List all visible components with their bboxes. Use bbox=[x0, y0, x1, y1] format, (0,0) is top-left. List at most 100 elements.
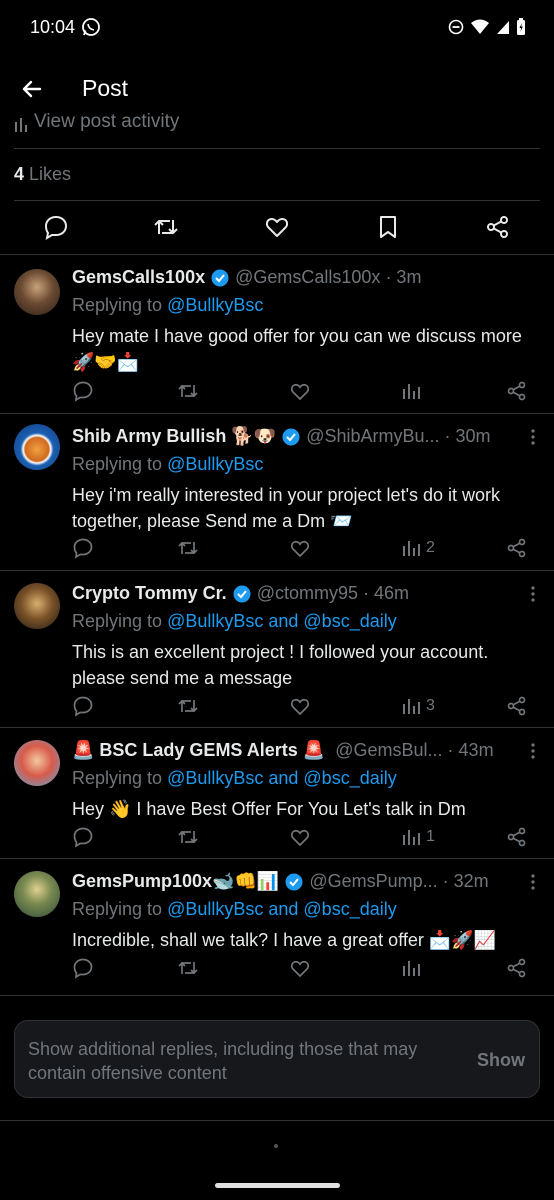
reply-actions: 2 bbox=[72, 537, 542, 561]
views-icon[interactable] bbox=[400, 695, 422, 717]
views-icon[interactable] bbox=[400, 826, 422, 848]
divider bbox=[0, 1120, 554, 1121]
reply-item[interactable]: Shib Army Bullish 🐕🐶 @ShibArmyBu... · 30… bbox=[0, 413, 554, 570]
author-name[interactable]: Crypto Tommy Cr. bbox=[72, 583, 227, 604]
views-count: 2 bbox=[426, 539, 435, 556]
share-icon[interactable] bbox=[506, 957, 528, 979]
reply-text: Incredible, shall we talk? I have a grea… bbox=[72, 930, 497, 950]
reply-header: GemsPump100x🐋👊📊 @GemsPump... · 32m bbox=[72, 871, 514, 892]
likes-label: Likes bbox=[29, 164, 72, 184]
view-post-activity-label: View post activity bbox=[34, 112, 180, 132]
views-icon[interactable] bbox=[400, 537, 422, 559]
reply-icon[interactable] bbox=[72, 695, 94, 717]
reply-item[interactable]: GemsCalls100x @GemsCalls100x · 3m Replyi… bbox=[0, 254, 554, 413]
replying-to-link[interactable]: @BullkyBsc and @bsc_daily bbox=[167, 768, 397, 788]
repost-icon[interactable] bbox=[177, 695, 199, 717]
share-icon[interactable] bbox=[506, 826, 528, 848]
replying-to-link[interactable]: @BullkyBsc and @bsc_daily bbox=[167, 611, 397, 631]
bookmark-icon[interactable] bbox=[375, 214, 401, 240]
views-icon[interactable] bbox=[400, 380, 422, 402]
reply-actions bbox=[72, 380, 542, 404]
views-icon[interactable] bbox=[400, 957, 422, 979]
author-handle[interactable]: @ctommy95 bbox=[257, 583, 358, 604]
divider bbox=[14, 148, 540, 149]
post-time: · 43m bbox=[447, 740, 494, 760]
avatar[interactable] bbox=[14, 740, 60, 786]
reply-icon[interactable] bbox=[72, 826, 94, 848]
author-name[interactable]: Shib Army Bullish 🐕🐶 bbox=[72, 426, 276, 447]
more-options-icon[interactable] bbox=[530, 873, 536, 891]
avatar[interactable] bbox=[14, 269, 60, 315]
replying-to: Replying to @BullkyBsc and @bsc_daily bbox=[72, 768, 397, 789]
author-name[interactable]: GemsCalls100x bbox=[72, 267, 205, 288]
reply-icon[interactable] bbox=[72, 537, 94, 559]
reply-icon[interactable] bbox=[72, 380, 94, 402]
show-button[interactable]: Show bbox=[477, 1050, 525, 1071]
repost-icon[interactable] bbox=[177, 826, 199, 848]
replying-to-link[interactable]: @BullkyBsc bbox=[167, 295, 263, 315]
view-post-activity-link[interactable]: View post activity bbox=[14, 112, 179, 132]
reply-header: Crypto Tommy Cr. @ctommy95 · 46m bbox=[72, 583, 514, 604]
reply-text: Hey i'm really interested in your projec… bbox=[72, 485, 501, 531]
post-time: · 46m bbox=[363, 583, 410, 603]
reply-header: 🚨 BSC Lady GEMS Alerts 🚨 @GemsBul... · 4… bbox=[72, 740, 514, 761]
back-arrow-icon[interactable] bbox=[18, 74, 48, 104]
avatar[interactable] bbox=[14, 583, 60, 629]
like-icon[interactable] bbox=[289, 826, 311, 848]
likes-row[interactable]: 4 Likes bbox=[14, 164, 71, 185]
reply-icon[interactable] bbox=[43, 214, 69, 240]
avatar[interactable] bbox=[14, 871, 60, 917]
replying-to-label: Replying to bbox=[72, 454, 163, 474]
repost-icon[interactable] bbox=[177, 380, 199, 402]
author-name[interactable]: 🚨 BSC Lady GEMS Alerts 🚨 bbox=[72, 740, 325, 761]
reply-item[interactable]: GemsPump100x🐋👊📊 @GemsPump... · 32m Reply… bbox=[0, 858, 554, 996]
replying-to-link[interactable]: @BullkyBsc and @bsc_daily bbox=[167, 899, 397, 919]
avatar[interactable] bbox=[14, 424, 60, 470]
author-handle[interactable]: @GemsCalls100x bbox=[235, 267, 380, 288]
share-icon[interactable] bbox=[506, 537, 528, 559]
share-icon[interactable] bbox=[506, 695, 528, 717]
reply-text: Hey mate I have good offer for you can w… bbox=[72, 326, 522, 372]
post-action-bar bbox=[0, 210, 554, 248]
replying-to-link[interactable]: @BullkyBsc bbox=[167, 454, 263, 474]
share-icon[interactable] bbox=[485, 214, 511, 240]
replying-to-label: Replying to bbox=[72, 768, 163, 788]
more-options-icon[interactable] bbox=[530, 585, 536, 603]
like-icon[interactable] bbox=[289, 695, 311, 717]
do-not-disturb-icon bbox=[448, 19, 464, 35]
repost-icon[interactable] bbox=[153, 214, 179, 240]
more-options-icon[interactable] bbox=[530, 742, 536, 760]
more-options-icon[interactable] bbox=[530, 428, 536, 446]
page-indicator-dot bbox=[274, 1144, 278, 1148]
signal-icon bbox=[497, 21, 509, 34]
top-app-bar: Post bbox=[0, 64, 554, 116]
likes-count: 4 bbox=[14, 164, 25, 184]
author-handle[interactable]: @ShibArmyBu... bbox=[306, 426, 439, 447]
battery-icon bbox=[517, 18, 525, 35]
like-icon[interactable] bbox=[289, 537, 311, 559]
share-icon[interactable] bbox=[506, 380, 528, 402]
views-count: 3 bbox=[426, 697, 435, 714]
gesture-nav-bar[interactable] bbox=[215, 1183, 340, 1188]
analytics-icon bbox=[15, 118, 27, 132]
author-handle[interactable]: @GemsPump... bbox=[309, 871, 437, 892]
reply-item[interactable]: Crypto Tommy Cr. @ctommy95 · 46m Replyin… bbox=[0, 570, 554, 727]
like-icon[interactable] bbox=[264, 214, 290, 240]
reply-icon[interactable] bbox=[72, 957, 94, 979]
repost-icon[interactable] bbox=[177, 957, 199, 979]
like-icon[interactable] bbox=[289, 380, 311, 402]
verified-badge-icon bbox=[233, 585, 251, 602]
author-handle[interactable]: @GemsBul... bbox=[335, 740, 442, 761]
verified-badge-icon bbox=[211, 269, 229, 286]
views-count: 1 bbox=[426, 828, 435, 845]
whatsapp-icon bbox=[82, 18, 100, 36]
post-time: · 30m bbox=[444, 426, 491, 446]
replying-to: Replying to @BullkyBsc and @bsc_daily bbox=[72, 899, 397, 920]
reply-actions: 3 bbox=[72, 695, 542, 719]
repost-icon[interactable] bbox=[177, 537, 199, 559]
post-time: · 32m bbox=[442, 871, 489, 891]
author-name[interactable]: GemsPump100x🐋👊📊 bbox=[72, 871, 279, 892]
like-icon[interactable] bbox=[289, 957, 311, 979]
replying-to-label: Replying to bbox=[72, 899, 163, 919]
reply-item[interactable]: 🚨 BSC Lady GEMS Alerts 🚨 @GemsBul... · 4… bbox=[0, 727, 554, 858]
